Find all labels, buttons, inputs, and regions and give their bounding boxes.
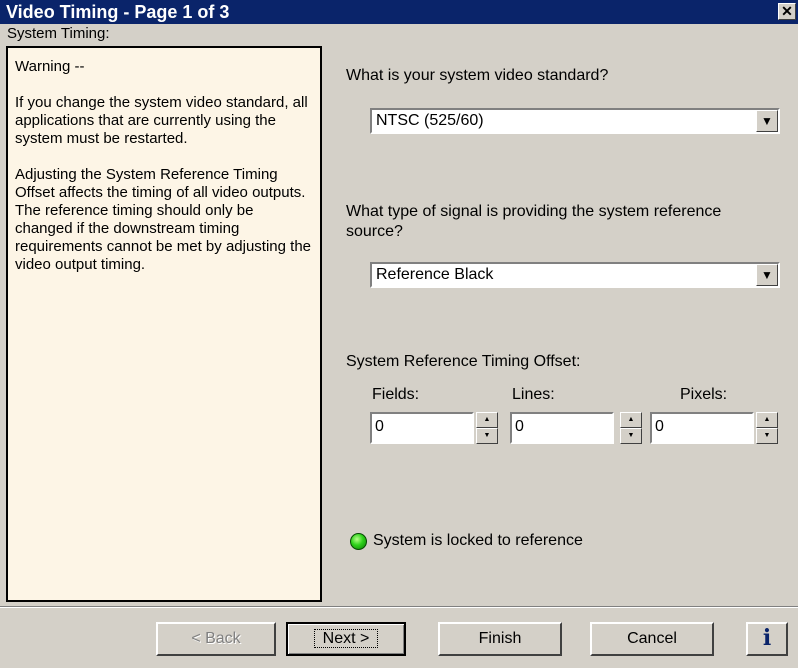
title-bar: Video Timing - Page 1 of 3 ✕ [0, 0, 798, 24]
status-led-icon [350, 532, 367, 550]
fields-input[interactable]: 0 [370, 412, 474, 444]
pixels-spinner[interactable]: ▲ ▼ [756, 412, 778, 444]
chevron-down-icon: ▼ [761, 268, 773, 282]
spin-down-icon[interactable]: ▼ [756, 428, 778, 444]
reference-signal-question: What type of signal is providing the sys… [346, 203, 722, 240]
close-icon: ✕ [781, 3, 793, 19]
spin-up-icon[interactable]: ▲ [756, 412, 778, 428]
timing-offset-label: System Reference Timing Offset: [346, 353, 581, 370]
warning-paragraph-2: Adjusting the System Reference Timing Of… [15, 166, 312, 273]
video-standard-select[interactable]: NTSC (525/60) ▼ [370, 108, 780, 134]
lines-label: Lines: [512, 386, 555, 403]
window-title: Video Timing - Page 1 of 3 [6, 2, 230, 22]
next-button-label: Next > [313, 629, 379, 648]
spin-down-icon[interactable]: ▼ [620, 428, 642, 444]
finish-button[interactable]: Finish [438, 622, 562, 656]
lock-status-text: System is locked to reference [373, 532, 583, 549]
lines-spinner[interactable]: ▲ ▼ [620, 412, 642, 444]
section-label: System Timing: [7, 25, 110, 42]
info-icon: i [762, 625, 772, 651]
warning-paragraph-1: If you change the system video standard,… [15, 94, 308, 147]
info-button[interactable]: i [746, 622, 788, 656]
close-button[interactable]: ✕ [778, 3, 796, 20]
fields-label: Fields: [372, 386, 420, 403]
back-button[interactable]: < Back [156, 622, 276, 656]
footer-divider [0, 606, 798, 608]
warning-panel: Warning -- If you change the system vide… [6, 46, 322, 602]
spin-up-icon[interactable]: ▲ [476, 412, 498, 428]
reference-signal-value: Reference Black [376, 266, 494, 283]
spin-up-icon[interactable]: ▲ [620, 412, 642, 428]
warning-heading: Warning -- [15, 58, 85, 75]
pixels-input[interactable]: 0 [650, 412, 754, 444]
next-button[interactable]: Next > [286, 622, 406, 656]
spin-down-icon[interactable]: ▼ [476, 428, 498, 444]
lines-input[interactable]: 0 [510, 412, 614, 444]
pixels-label: Pixels: [680, 386, 728, 403]
chevron-down-icon: ▼ [761, 114, 773, 128]
cancel-button[interactable]: Cancel [590, 622, 714, 656]
fields-spinner[interactable]: ▲ ▼ [476, 412, 498, 444]
video-standard-question: What is your system video standard? [346, 67, 609, 84]
video-standard-dropdown-button[interactable]: ▼ [756, 110, 778, 132]
reference-signal-dropdown-button[interactable]: ▼ [756, 264, 778, 286]
video-standard-value: NTSC (525/60) [376, 112, 484, 129]
lock-status: System is locked to reference [350, 532, 583, 550]
reference-signal-select[interactable]: Reference Black ▼ [370, 262, 780, 288]
